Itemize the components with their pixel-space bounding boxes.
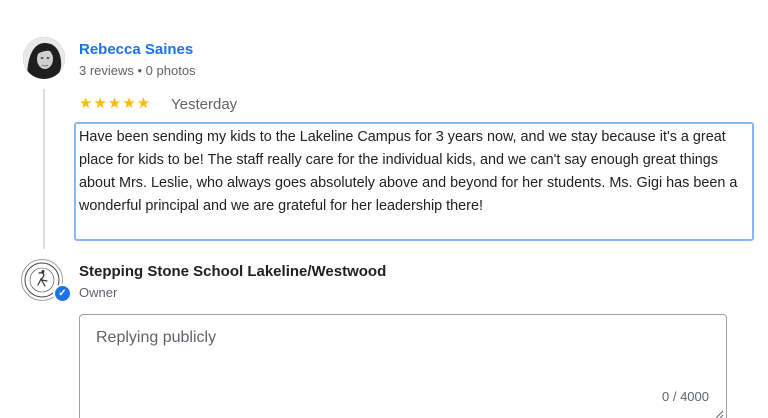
verified-check-icon: ✓ — [53, 284, 72, 303]
owner-role-label: Owner — [79, 285, 118, 300]
owner-business-name: Stepping Stone School Lakeline/Westwood — [79, 263, 387, 280]
reviewer-photo — [23, 37, 65, 79]
review-reply-panel: Rebecca Saines 3 reviews • 0 photos ★★★★… — [0, 0, 768, 418]
thread-divider — [43, 89, 45, 249]
review-date: Yesterday — [171, 96, 238, 113]
reviewer-stats: 3 reviews • 0 photos — [79, 63, 196, 78]
review-text: Have been sending my kids to the Lakelin… — [79, 129, 738, 214]
review-text-container: Have been sending my kids to the Lakelin… — [74, 122, 754, 241]
star-rating: ★★★★★ — [79, 95, 152, 112]
reviewer-name[interactable]: Rebecca Saines — [79, 41, 193, 58]
reply-input[interactable] — [96, 329, 706, 379]
reply-field-container[interactable]: 0 / 4000 — [79, 314, 727, 418]
resize-handle-icon[interactable] — [714, 409, 724, 418]
reviewer-avatar[interactable] — [23, 37, 65, 79]
character-counter: 0 / 4000 — [662, 389, 709, 404]
